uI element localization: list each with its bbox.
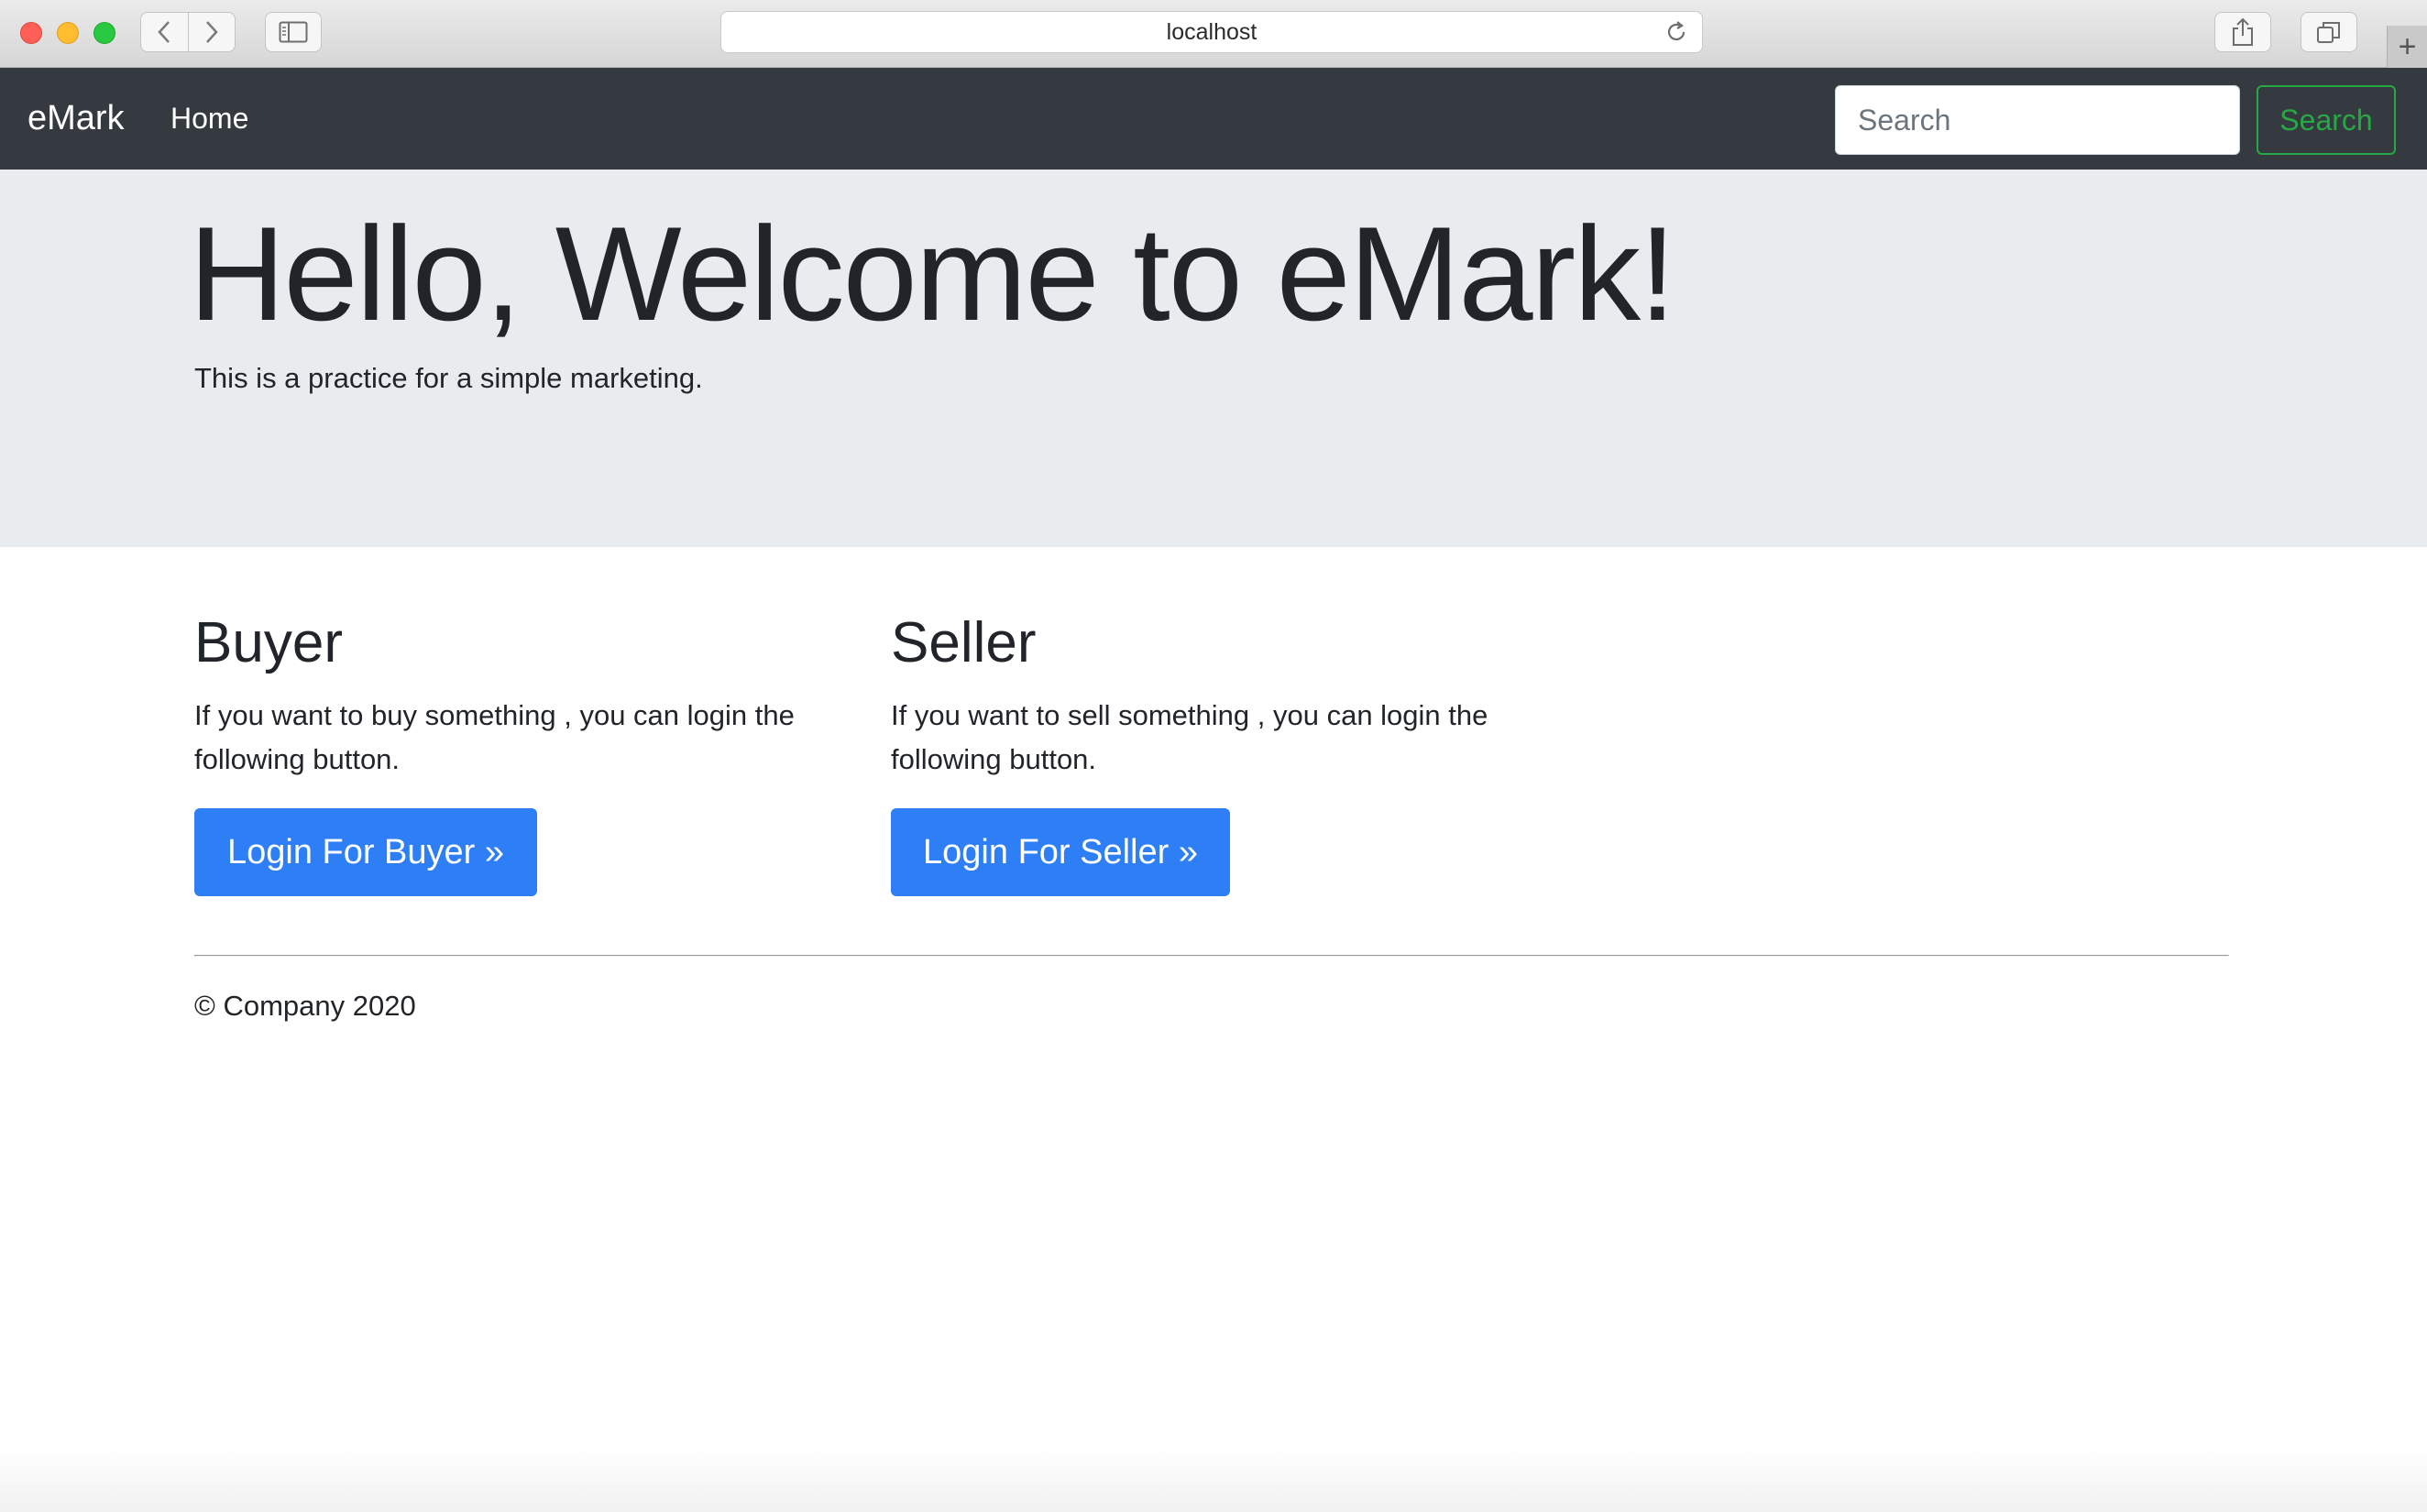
share-button[interactable]: [2214, 12, 2271, 52]
forward-button[interactable]: [187, 13, 236, 51]
brand-link[interactable]: eMark: [27, 68, 125, 170]
footer-copyright: © Company 2020: [194, 990, 416, 1022]
tabs-icon: [2317, 22, 2340, 43]
share-icon: [2233, 17, 2253, 46]
page-title: Hello, Welcome to eMark!: [189, 199, 1676, 348]
page-lead: This is a practice for a simple marketin…: [194, 362, 703, 394]
buyer-column: Buyer If you want to buy something , you…: [194, 609, 836, 896]
login-buyer-button[interactable]: Login For Buyer »: [194, 808, 537, 896]
chevron-right-icon: [205, 21, 218, 43]
seller-column: Seller If you want to sell something , y…: [891, 609, 1532, 896]
plus-icon: +: [2398, 28, 2417, 64]
nav-link-home[interactable]: Home: [170, 68, 248, 170]
minimize-window-button[interactable]: [57, 22, 79, 44]
back-button[interactable]: [141, 13, 188, 51]
top-navbar: eMark Home Search: [0, 68, 2427, 170]
address-bar[interactable]: localhost: [720, 11, 1703, 53]
login-seller-button[interactable]: Login For Seller »: [891, 808, 1230, 896]
sidebar-icon: [279, 21, 308, 43]
chevron-left-icon: [158, 21, 170, 43]
browser-toolbar: localhost +: [0, 0, 2427, 68]
footer-divider: [194, 955, 2229, 957]
seller-heading: Seller: [891, 611, 1037, 674]
sidebar-toggle-button[interactable]: [265, 12, 322, 52]
close-window-button[interactable]: [20, 22, 42, 44]
tab-overview-button[interactable]: [2301, 12, 2357, 52]
zoom-window-button[interactable]: [93, 22, 115, 44]
search-input[interactable]: [1835, 85, 2240, 155]
window-bottom-edge: [0, 1448, 2427, 1512]
jumbotron: Hello, Welcome to eMark! This is a pract…: [0, 170, 2427, 547]
search-button[interactable]: Search: [2257, 85, 2396, 155]
reload-icon[interactable]: [1664, 19, 1689, 45]
new-tab-button[interactable]: +: [2387, 26, 2427, 68]
address-text: localhost: [1166, 18, 1257, 45]
seller-description: If you want to sell something , you can …: [891, 699, 1488, 775]
history-nav-group: [140, 12, 236, 52]
buyer-description: If you want to buy something , you can l…: [194, 699, 795, 775]
buyer-heading: Buyer: [194, 611, 343, 674]
